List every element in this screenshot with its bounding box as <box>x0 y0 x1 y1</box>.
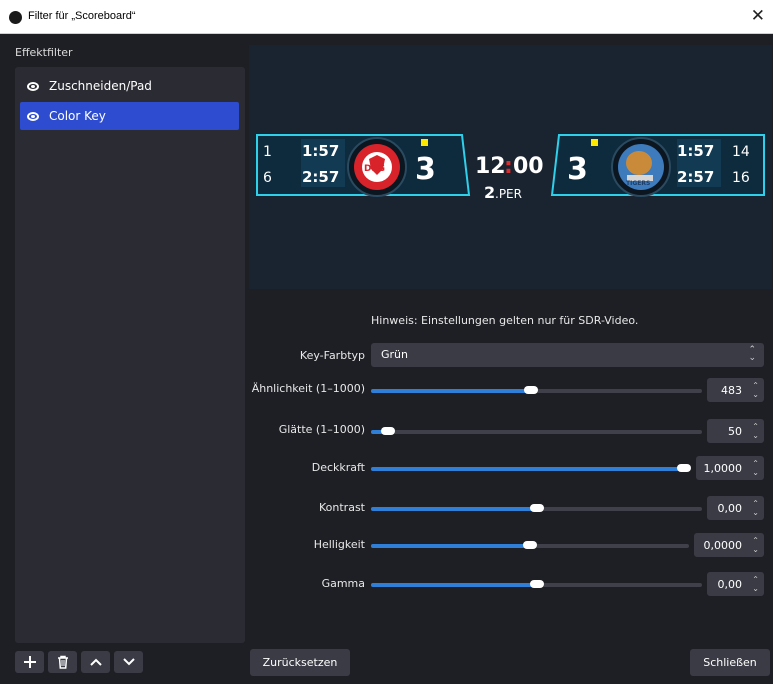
slider-thumb[interactable] <box>677 464 691 472</box>
tiger-head-shape <box>626 151 652 175</box>
similarity-slider[interactable] <box>371 386 702 394</box>
slider-thumb[interactable] <box>529 580 544 588</box>
deg-logo-text: DEG <box>364 164 385 174</box>
right-powerplay-marker <box>591 139 598 146</box>
right-penalty-num-1: 14 <box>732 144 750 160</box>
left-penalty-num-2: 6 <box>263 170 272 186</box>
up-down-arrows-icon[interactable]: ⌃ ⌄ <box>752 575 759 593</box>
spinbox-value: 0,00 <box>717 578 743 591</box>
slider-thumb[interactable] <box>523 386 538 394</box>
close-window-icon[interactable]: ✕ <box>751 6 765 26</box>
filter-settings: Hinweis: Einstellungen gelten nur für SD… <box>249 292 772 644</box>
slider-thumb[interactable] <box>380 427 395 435</box>
opacity-label: Deckkraft <box>311 461 365 474</box>
opacity-spinbox[interactable]: 1,0000 ⌃ ⌄ <box>696 456 764 480</box>
right-penalty-time-1: 1:57 <box>677 142 714 160</box>
chevron-down-icon <box>122 658 135 666</box>
spinbox-value: 0,00 <box>717 502 743 515</box>
obs-app-icon <box>9 11 22 24</box>
period-number: 2 <box>484 183 495 202</box>
slider-fill <box>371 467 684 471</box>
contrast-spinbox[interactable]: 0,00 ⌃ ⌄ <box>707 496 764 520</box>
similarity-spinbox[interactable]: 483 ⌃ ⌄ <box>707 378 764 402</box>
spinbox-value: 1,0000 <box>703 462 743 475</box>
trash-icon <box>57 655 68 669</box>
left-penalty-time-2: 2:57 <box>302 168 339 186</box>
sdr-hint: Hinweis: Einstellungen gelten nur für SD… <box>371 314 639 327</box>
tigers-logo-text: TIGERS <box>626 180 650 187</box>
up-down-arrows-icon[interactable]: ⌃ ⌄ <box>752 459 759 477</box>
slider-fill <box>371 583 537 587</box>
move-down-button[interactable] <box>114 651 143 673</box>
left-powerplay-marker <box>421 139 428 146</box>
move-up-button[interactable] <box>81 651 110 673</box>
up-down-arrows-icon[interactable]: ⌃ ⌄ <box>752 381 759 399</box>
spinbox-value: 50 <box>728 425 742 438</box>
filter-list: Zuschneiden/Pad Color Key <box>15 67 245 643</box>
brightness-spinbox[interactable]: 0,0000 ⌃ ⌄ <box>694 533 764 557</box>
gamma-label: Gamma <box>321 577 365 590</box>
up-down-arrows-icon[interactable]: ⌃ ⌄ <box>752 536 759 554</box>
gamma-slider[interactable] <box>371 580 702 588</box>
scoreboard-graphic: 1 6 1:57 2:57 3 DEG 12 : 00 2 .PER 3 1:5… <box>256 134 765 202</box>
title-bar: Filter für „Scoreboard“ ✕ <box>0 0 773 34</box>
reset-button[interactable]: Zurücksetzen <box>250 649 350 676</box>
right-penalty-num-2: 16 <box>732 170 750 186</box>
eye-icon[interactable] <box>27 111 39 121</box>
period-label: .PER <box>495 187 522 201</box>
key-color-type-select[interactable]: Grün ⌃ ⌄ <box>371 343 764 367</box>
slider-fill <box>371 544 530 548</box>
similarity-label: Ähnlichkeit (1–1000) <box>251 382 365 395</box>
contrast-slider[interactable] <box>371 504 702 512</box>
filter-preview: 1 6 1:57 2:57 3 DEG 12 : 00 2 .PER 3 1:5… <box>249 45 772 289</box>
slider-thumb[interactable] <box>529 504 544 512</box>
right-score: 3 <box>567 152 588 187</box>
close-button[interactable]: Schließen <box>690 649 770 676</box>
brightness-slider[interactable] <box>371 541 689 549</box>
spinbox-value: 0,0000 <box>703 539 743 552</box>
smoothness-label: Glätte (1–1000) <box>278 423 365 436</box>
up-down-arrows-icon[interactable]: ⌃ ⌄ <box>752 422 759 440</box>
window-title: Filter für „Scoreboard“ <box>28 10 136 22</box>
filter-name: Zuschneiden/Pad <box>49 79 152 93</box>
left-penalty-num-1: 1 <box>263 144 272 160</box>
right-penalty-time-2: 2:57 <box>677 168 714 186</box>
opacity-slider[interactable] <box>371 464 691 472</box>
eye-icon[interactable] <box>27 81 39 91</box>
up-down-arrows-icon[interactable]: ⌃ ⌄ <box>752 499 759 517</box>
slider-fill <box>371 507 537 511</box>
left-penalty-time-1: 1:57 <box>302 142 339 160</box>
filter-name: Color Key <box>49 109 106 123</box>
smoothness-spinbox[interactable]: 50 ⌃ ⌄ <box>707 419 764 443</box>
brightness-label: Helligkeit <box>313 538 365 551</box>
clock-seconds: 00 <box>513 154 544 179</box>
spinbox-value: 483 <box>721 384 742 397</box>
key-color-type-label: Key-Farbtyp <box>299 349 365 362</box>
slider-fill <box>371 389 531 393</box>
clock-separator: : <box>504 154 513 179</box>
smoothness-slider[interactable] <box>371 427 702 435</box>
add-filter-button[interactable] <box>15 651 44 673</box>
filter-item-color-key[interactable]: Color Key <box>20 102 239 130</box>
gamma-spinbox[interactable]: 0,00 ⌃ ⌄ <box>707 572 764 596</box>
slider-thumb[interactable] <box>523 541 537 549</box>
up-down-arrows-icon: ⌃ ⌄ <box>748 345 756 363</box>
chevron-up-icon <box>89 658 102 666</box>
filter-item-crop-pad[interactable]: Zuschneiden/Pad <box>20 72 239 100</box>
plus-icon <box>23 656 36 668</box>
dialog-body: Effektfilter Zuschneiden/Pad Color Key 1… <box>0 34 773 684</box>
contrast-label: Kontrast <box>319 501 365 514</box>
remove-filter-button[interactable] <box>48 651 77 673</box>
key-color-type-value: Grün <box>381 348 408 361</box>
left-score: 3 <box>415 152 436 187</box>
effect-filters-label: Effektfilter <box>15 46 73 59</box>
clock-minutes: 12 <box>475 154 506 179</box>
